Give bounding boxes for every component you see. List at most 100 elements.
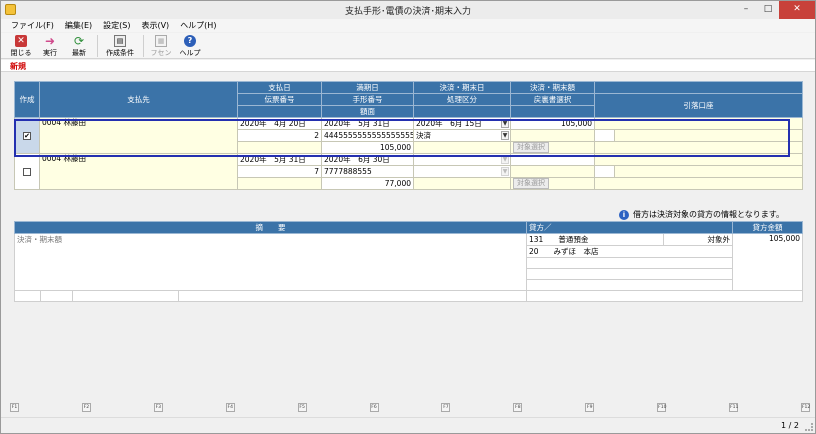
close-doc-icon: ✕: [15, 35, 27, 47]
maximize-button[interactable]: □: [757, 1, 779, 19]
credit-bank-cell[interactable]: 20 みずほ 本店: [526, 245, 733, 258]
settle-date-dropdown[interactable]: 2020年 6月 15日 ▼: [413, 117, 511, 130]
header-blank: [413, 105, 511, 118]
mode-bar: 新規: [1, 60, 815, 72]
slip-no-cell[interactable]: 7: [237, 165, 322, 178]
account-cell[interactable]: [594, 153, 803, 166]
menu-edit[interactable]: 編集(E): [65, 19, 92, 32]
credit-blank-cell[interactable]: [526, 268, 733, 280]
f9-key[interactable]: F9: [585, 403, 595, 412]
target-select-cell: 対象選択: [510, 177, 595, 190]
due-date-cell[interactable]: 2020年 5月 31日: [321, 117, 414, 130]
f8-key[interactable]: F8: [513, 403, 523, 412]
settlement-grid: 作成 支払先 支払日 満期日 決済・期末日 決済・期末額 伝票番号 手形番号 処…: [14, 81, 803, 190]
chevron-down-icon: ▼: [501, 167, 509, 176]
account-cell[interactable]: [594, 117, 803, 130]
header-blank: [594, 81, 803, 94]
create-checkbox[interactable]: [23, 167, 31, 176]
condition-icon: ▤: [114, 35, 126, 47]
header-account: 引落口座: [594, 93, 803, 118]
account-cell[interactable]: [614, 165, 803, 178]
blank-cell: [413, 141, 511, 154]
pay-date-cell[interactable]: 2020年 5月 31日: [237, 153, 322, 166]
target-select-button[interactable]: 対象選択: [513, 142, 549, 153]
face-cell[interactable]: 77,000: [321, 177, 414, 190]
slip-no-cell[interactable]: 2: [237, 129, 322, 142]
f3-key[interactable]: F3: [153, 403, 163, 412]
f1-key[interactable]: F1: [10, 403, 19, 412]
header-bill-no: 手形番号: [321, 93, 414, 106]
footer-cell[interactable]: [40, 290, 73, 302]
journal-detail: 摘 要 貸方／ 貸方金額 決済・期末額 131 普通預金 対象外 105,000…: [14, 221, 803, 302]
f7-key[interactable]: F7: [441, 403, 451, 412]
credit-account-code[interactable]: 131 普通預金: [526, 233, 664, 246]
header-return-select: 戻裏書選択: [510, 93, 595, 106]
blank-cell: [594, 177, 803, 190]
target-select-button[interactable]: 対象選択: [513, 178, 549, 189]
settle-amount-cell[interactable]: [510, 153, 595, 166]
credit-blank-cell[interactable]: [526, 257, 733, 269]
bill-no-cell[interactable]: 7777888555: [321, 165, 414, 178]
credit-account-note: 対象外: [663, 233, 733, 246]
f10-key[interactable]: F10: [657, 403, 666, 412]
help-icon: ?: [184, 35, 196, 47]
f5-key[interactable]: F5: [297, 403, 307, 412]
header-settle-amount: 決済・期末額: [510, 81, 595, 94]
bill-no-cell[interactable]: 44455555555555555555: [321, 129, 414, 142]
header-settle-date: 決済・期末日: [413, 81, 511, 94]
account-sub-cell[interactable]: [594, 129, 615, 142]
main-window: 支払手形･電債の決済･期末入力 – □ ✕ ファイル(F) 編集(E) 設定(S…: [0, 0, 816, 434]
menu-file[interactable]: ファイル(F): [11, 19, 54, 32]
help-button[interactable]: ? ヘルプ: [176, 33, 204, 59]
return-select-cell[interactable]: [510, 129, 595, 142]
credit-blank-cell[interactable]: [526, 279, 733, 291]
sticky-note-button[interactable]: ▦ フセン: [147, 33, 175, 59]
info-icon: i: [619, 209, 629, 220]
payee-cell[interactable]: 0004 林藤田: [39, 117, 238, 154]
execute-button[interactable]: ➜ 実行: [36, 33, 64, 59]
header-summary: 摘 要: [14, 221, 527, 234]
process-dropdown[interactable]: 決済 ▼: [413, 129, 511, 142]
face-cell[interactable]: 105,000: [321, 141, 414, 154]
refresh-button[interactable]: ⟳ 最新: [65, 33, 93, 59]
resize-grip-icon[interactable]: [805, 423, 813, 431]
menu-help[interactable]: ヘルプ(H): [180, 19, 216, 32]
info-message: i 借方は決済対象の貸方の情報となります。: [619, 209, 784, 220]
close-tool-button[interactable]: ✕ 閉じる: [7, 33, 35, 59]
f11-key[interactable]: F11: [729, 403, 738, 412]
account-sub-cell[interactable]: [594, 165, 615, 178]
sticky-note-icon: ▦: [155, 35, 167, 47]
menu-view[interactable]: 表示(V): [141, 19, 169, 32]
f2-key[interactable]: F2: [81, 403, 91, 412]
payee-cell[interactable]: 0004 林藤田: [39, 153, 238, 190]
close-button[interactable]: ✕: [779, 1, 815, 19]
f4-key[interactable]: F4: [225, 403, 235, 412]
minimize-button[interactable]: –: [735, 1, 757, 19]
chevron-down-icon: ▼: [501, 155, 509, 164]
process-dropdown[interactable]: ▼: [413, 165, 511, 178]
f6-key[interactable]: F6: [369, 403, 379, 412]
status-bar: 1 / 2: [1, 417, 815, 433]
conditions-button[interactable]: ▤ 作成条件: [101, 33, 139, 59]
summary-field[interactable]: 決済・期末額: [14, 233, 527, 291]
account-cell[interactable]: [614, 129, 803, 142]
footer-cell[interactable]: [14, 290, 41, 302]
pay-date-cell[interactable]: 2020年 4月 20日: [237, 117, 322, 130]
settle-date-dropdown[interactable]: ▼: [413, 153, 511, 166]
return-select-cell[interactable]: [510, 165, 595, 178]
footer-cell[interactable]: [72, 290, 179, 302]
settle-amount-cell[interactable]: 105,000: [510, 117, 595, 130]
due-date-cell[interactable]: 2020年 6月 30日: [321, 153, 414, 166]
refresh-icon: ⟳: [73, 34, 85, 48]
header-face: 額面: [321, 105, 414, 118]
create-checkbox[interactable]: ✔: [23, 131, 31, 140]
f12-key[interactable]: F12: [800, 403, 810, 412]
table-row: 0004 林藤田 2020年 5月 31日 2020年 6月 30日 ▼: [14, 153, 803, 190]
credit-amount-cell[interactable]: 105,000: [732, 233, 803, 291]
header-due-date: 満期日: [321, 81, 414, 94]
menu-settings[interactable]: 設定(S): [103, 19, 130, 32]
menu-bar: ファイル(F) 編集(E) 設定(S) 表示(V) ヘルプ(H): [1, 19, 815, 32]
footer-cell[interactable]: [178, 290, 527, 302]
footer-cell[interactable]: [526, 290, 803, 302]
create-checkbox-cell: ✔: [14, 117, 40, 154]
